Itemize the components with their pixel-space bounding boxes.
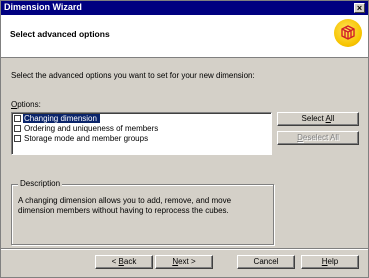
button-label: ll xyxy=(330,114,335,123)
button-label: < xyxy=(111,257,119,266)
footer-divider xyxy=(1,248,368,250)
checkbox-ordering-uniqueness[interactable] xyxy=(14,124,21,132)
description-legend: Description xyxy=(18,179,63,188)
list-item-label: Changing dimension xyxy=(23,114,100,123)
close-button[interactable]: × xyxy=(354,3,365,13)
help-button[interactable]: Help xyxy=(301,255,359,269)
page-title: Select advanced options xyxy=(10,29,110,39)
next-button[interactable]: Next > xyxy=(155,255,213,269)
list-item-label: Ordering and uniqueness of members xyxy=(24,124,159,133)
description-group: Description A changing dimension allows … xyxy=(11,179,274,245)
checkbox-changing-dimension[interactable] xyxy=(14,114,21,122)
button-label: ext > xyxy=(178,257,196,266)
button-label: Select xyxy=(301,114,326,123)
instruction-text: Select the advanced options you want to … xyxy=(11,71,255,80)
checkbox-storage-mode[interactable] xyxy=(14,134,21,142)
list-item-label: Storage mode and member groups xyxy=(24,134,149,143)
back-button[interactable]: < Back xyxy=(95,255,153,269)
list-item-ordering-uniqueness[interactable]: Ordering and uniqueness of members xyxy=(14,124,269,133)
cube-graphic xyxy=(341,25,355,40)
options-label-rest: ptions: xyxy=(17,100,41,109)
cancel-button[interactable]: Cancel xyxy=(237,255,295,269)
button-label: eselect All xyxy=(302,133,339,142)
button-label: elp xyxy=(327,257,339,266)
options-label: Options: xyxy=(11,100,41,109)
options-listbox[interactable]: Changing dimension Ordering and uniquene… xyxy=(11,112,272,155)
button-label: ack xyxy=(123,257,137,266)
select-all-button[interactable]: Select All xyxy=(277,112,359,126)
description-text: A changing dimension allows you to add, … xyxy=(18,196,232,215)
window-title: Dimension Wizard xyxy=(4,2,82,12)
list-item-storage-mode[interactable]: Storage mode and member groups xyxy=(14,134,269,143)
wizard-header: Select advanced options xyxy=(1,15,368,58)
list-item-changing-dimension[interactable]: Changing dimension xyxy=(14,114,269,123)
dimension-cube-icon xyxy=(334,19,362,47)
title-bar[interactable]: Dimension Wizard × xyxy=(1,1,368,15)
close-icon: × xyxy=(356,3,363,13)
dimension-wizard-window: Dimension Wizard × Select advanced optio… xyxy=(0,0,369,278)
deselect-all-button[interactable]: Deselect All xyxy=(277,131,359,145)
